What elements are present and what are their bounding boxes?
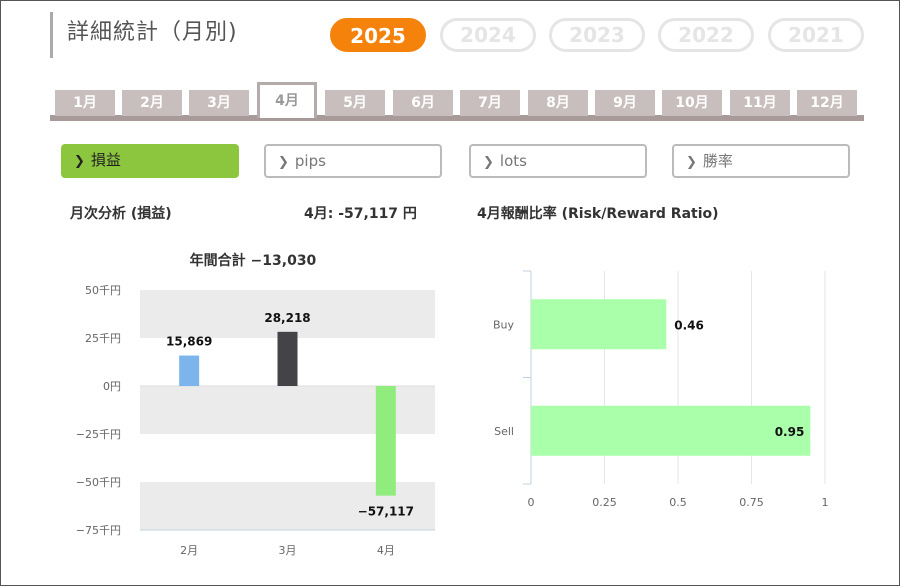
category-label: Sell [494, 425, 514, 438]
y-tick-label: 50千円 [85, 284, 121, 297]
hbar [531, 405, 811, 456]
bar [179, 355, 200, 386]
y-tick-label: 25千円 [85, 332, 121, 345]
x-tick-label: 2月 [180, 544, 198, 557]
x-tick-label: 0.25 [592, 496, 617, 509]
chart-title: 年間合計 −13,030 [190, 252, 317, 269]
bar [375, 386, 396, 496]
data-label: 0.95 [775, 425, 805, 439]
data-label: 15,869 [166, 335, 212, 349]
category-label: Buy [493, 318, 515, 331]
x-tick-label: 3月 [279, 544, 297, 557]
x-tick-label: 0 [528, 496, 535, 509]
y-tick-label: −75千円 [76, 524, 121, 537]
data-label: 28,218 [264, 311, 310, 325]
hbar [531, 299, 667, 350]
x-tick-label: 4月 [377, 544, 395, 557]
bar [277, 331, 298, 386]
x-tick-label: 1 [822, 496, 829, 509]
x-tick-label: 0.75 [739, 496, 764, 509]
y-tick-label: −25千円 [76, 428, 121, 441]
monthly-profit-chart: 年間合計 −13,030 50千円 25千円 0円 −25千円 −50千円 −75千円 15,… [76, 252, 829, 557]
y-tick-label: −50千円 [76, 476, 121, 489]
data-label: 0.46 [674, 318, 704, 332]
y-tick-label: 0円 [103, 380, 121, 393]
data-label: −57,117 [358, 505, 414, 519]
x-tick-label: 0.5 [669, 496, 687, 509]
